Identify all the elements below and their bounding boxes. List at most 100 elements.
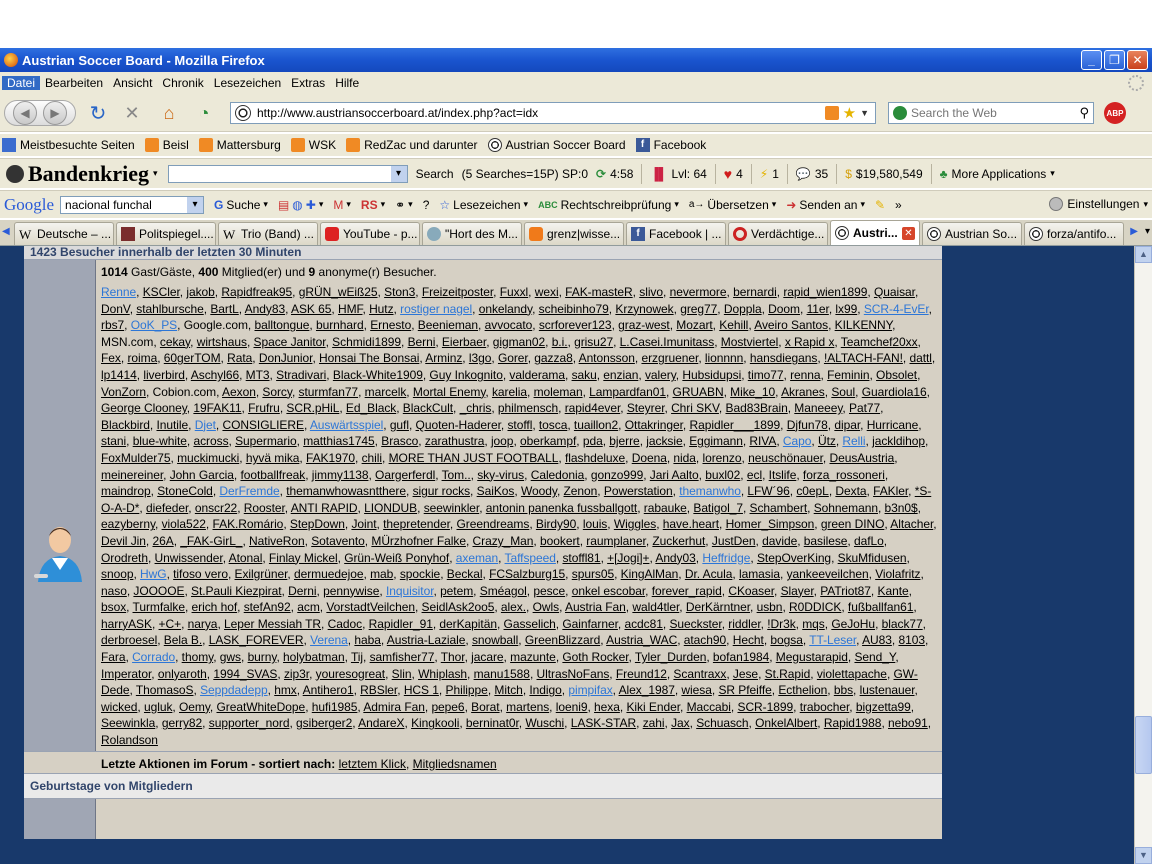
member-link[interactable]: PATriot87 [820,584,871,598]
member-link[interactable]: b3n0$ [885,501,918,515]
member-link[interactable]: tosca [539,418,567,432]
member-link[interactable]: Schuasch [696,716,748,730]
member-link[interactable]: Beenieman [418,318,478,332]
member-link[interactable]: hyvä mika [246,451,300,465]
member-link[interactable]: jimmy1138 [312,468,369,482]
reload-icon[interactable]: ↻ [88,100,108,126]
member-link[interactable]: Zuckerhut [652,534,705,548]
bookmark-redzac[interactable]: RedZac und darunter [346,138,478,152]
member-link[interactable]: fußballfan61 [848,600,914,614]
member-link[interactable]: stahlbursche [136,302,204,316]
member-link[interactable]: !Dr3k [767,617,795,631]
tab-list-icon[interactable]: ▾ [1145,226,1150,237]
member-link[interactable]: rabauke [644,501,687,515]
member-link[interactable]: dafLo [854,534,884,548]
tab-austrian-soccer-board-active[interactable]: Austri... ✕ [830,220,920,245]
member-link[interactable]: BlackCult [403,401,453,415]
member-link[interactable]: Rapid1988 [824,716,882,730]
member-link[interactable]: dermuedejoe [294,567,364,581]
member-link[interactable]: Mortal Enemy [413,385,486,399]
member-link[interactable]: Guy Inkognito [429,368,502,382]
member-link[interactable]: Jari Aalto [650,468,699,482]
member-link[interactable]: _FAK-GirL_ [180,534,242,548]
member-link[interactable]: gonzo999 [591,468,643,482]
member-link[interactable]: sigur rocks [413,484,471,498]
bandenkrieg-search-select[interactable] [167,164,408,183]
bandenkrieg-search-button[interactable]: Search [416,167,454,181]
member-link[interactable]: burny [248,650,277,664]
member-link[interactable]: Tij [351,650,363,664]
member-link[interactable]: Ecthelion [778,683,827,697]
member-link[interactable]: Teamchef20xx [841,335,918,349]
member-link[interactable]: Scantraxx [673,667,726,681]
member-link[interactable]: Birdy90 [536,517,576,531]
member-link[interactable]: VorstadtVeilchen [326,600,415,614]
member-link[interactable]: stoffl81 [562,551,600,565]
member-link[interactable]: VonZorn [101,385,146,399]
member-link[interactable]: Ed_Black [346,401,396,415]
member-link[interactable]: Dexta [835,484,866,498]
scroll-up-icon[interactable]: ▲ [1135,246,1152,263]
member-link[interactable]: Obsolet [876,368,917,382]
member-link[interactable]: Berni [408,335,436,349]
scroll-down-icon[interactable]: ▼ [1135,847,1152,864]
reader-button[interactable]: RS ▾ [361,198,385,212]
stop-icon[interactable]: ✕ [122,100,142,126]
tab-scroll-right-icon[interactable]: ▶ [1130,226,1138,237]
member-link[interactable]: onkelandy [479,302,532,316]
member-link[interactable]: wexi [535,285,559,299]
member-link[interactable]: Megustarapid [776,650,848,664]
member-link[interactable]: berninat0r [466,716,519,730]
url-bar[interactable]: http://www.austriansoccerboard.at/index.… [230,102,876,124]
member-link[interactable]: zip3r [284,667,309,681]
member-link[interactable]: oberkampf [520,434,576,448]
member-link[interactable]: Owls [533,600,560,614]
member-link[interactable]: DerKärntner [686,600,750,614]
member-link[interactable]: bogsa [770,633,803,647]
member-link[interactable]: onlyaroth [158,667,207,681]
member-link[interactable]: zahi [643,716,665,730]
tab-trio[interactable]: W Trio (Band) ... [218,222,318,245]
member-link[interactable]: forza_rossoneri [803,468,885,482]
member-link[interactable]: Relli [842,434,865,448]
member-link[interactable]: Bad83Brain [726,401,788,415]
bookmark-meistbesuchte[interactable]: Meistbesuchte Seiten [2,138,135,152]
member-link[interactable]: bigzetta99 [856,700,911,714]
member-link[interactable]: scheibinho79 [539,302,609,316]
member-link[interactable]: Gorer [498,351,528,365]
member-link[interactable]: Gainfarner [562,617,618,631]
member-link[interactable]: balltongue [255,318,310,332]
tab-verdaechtige[interactable]: Verdächtige... [728,222,828,245]
member-link[interactable]: OoK_PS [131,318,177,332]
member-link[interactable]: across [193,434,228,448]
einstellungen-button[interactable]: Einstellungen ▾ [1049,197,1148,211]
member-link[interactable]: Finlay Mickel [269,551,338,565]
member-link[interactable]: Capo [783,434,812,448]
member-link[interactable]: nevermore [670,285,727,299]
member-link[interactable]: SkuMfidusen [838,551,907,565]
highlight-button[interactable]: ✎ [875,198,885,212]
member-link[interactable]: Joint [351,517,376,531]
tab-facebook[interactable]: f Facebook | ... [626,222,726,245]
member-link[interactable]: Thor [441,650,465,664]
member-link[interactable]: stoffl [507,418,532,432]
member-link[interactable]: diefeder [146,501,188,515]
member-link[interactable]: lorenzo [703,451,742,465]
member-link[interactable]: Homer_Simpson [726,517,815,531]
menu-extras[interactable]: Extras [286,76,330,90]
member-link[interactable]: LASK_FOREVER [209,633,304,647]
member-link[interactable]: tuaillon2 [574,418,618,432]
member-link[interactable]: AU83 [862,633,892,647]
member-link[interactable]: Exilgrüner [235,567,288,581]
member-link[interactable]: lionnnn [705,351,743,365]
member-link[interactable]: Oemy [179,700,210,714]
back-arrow-icon[interactable]: ◀ [13,101,37,125]
member-link[interactable]: derbroesel [101,633,157,647]
member-link[interactable]: pesce [533,584,565,598]
member-link[interactable]: dattl [909,351,931,365]
page-scrollbar[interactable]: ▲ ▼ [1134,246,1152,864]
minimize-button[interactable]: _ [1081,50,1102,70]
member-link[interactable]: Ston3 [384,285,415,299]
member-link[interactable]: zarathustra [425,434,485,448]
member-link[interactable]: Gasselich [504,617,556,631]
